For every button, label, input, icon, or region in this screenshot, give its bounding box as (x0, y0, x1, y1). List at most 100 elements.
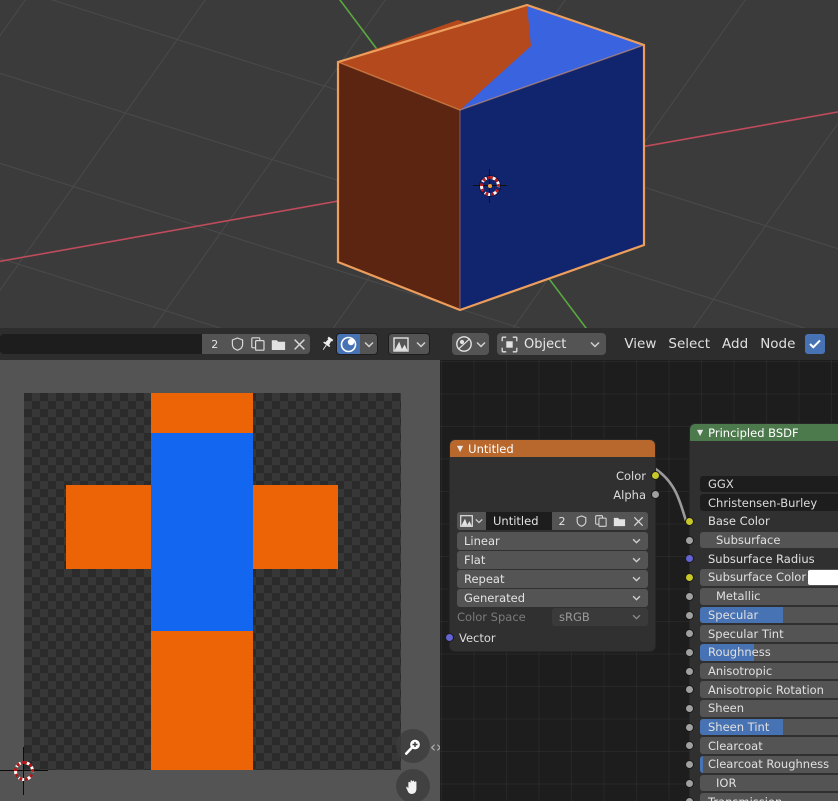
distribution-select-row[interactable]: GGX (690, 475, 838, 494)
clearcoat-roughness-field[interactable]: Clearcoat Roughness (700, 756, 838, 773)
collapse-triangle-icon[interactable]: ▼ (457, 444, 463, 453)
subsurface-field[interactable]: Subsurface (700, 531, 838, 549)
principled-bsdf-node-header[interactable]: ▼ Principled BSDF (690, 424, 838, 441)
image-editor-mode-group[interactable] (336, 333, 379, 355)
metallic-socket[interactable] (685, 591, 694, 601)
bsdf-input-metallic[interactable]: Metallic (685, 587, 838, 606)
image-datablock-row[interactable]: Untitled 2 (457, 512, 648, 530)
pan-gizmo[interactable] (396, 769, 430, 801)
vector-input-row[interactable]: Vector (445, 628, 655, 647)
base-color-field[interactable]: Base Color (700, 513, 838, 530)
image-type-caret[interactable] (412, 334, 429, 354)
principled-bsdf-node[interactable]: ▼ Principled BSDF GGX Christensen-Burley B… (685, 424, 838, 801)
bsdf-input-sheen-tint[interactable]: Sheen Tint (685, 718, 838, 737)
subsurface-color-field[interactable]: Subsurface Color (700, 569, 838, 586)
bsdf-input-subsurface-color[interactable]: Subsurface Color (685, 568, 838, 587)
cube-object[interactable] (0, 0, 838, 328)
shader-context-select[interactable]: Object (497, 333, 607, 355)
image-texture-node[interactable]: ▼ Untitled Color Alpha Untitled 2 Linear… (445, 440, 660, 651)
distribution-select[interactable]: GGX (700, 475, 838, 493)
bsdf-input-clearcoat-roughness[interactable]: Clearcoat Roughness (685, 755, 838, 774)
bsdf-input-specular-tint[interactable]: Specular Tint (685, 624, 838, 643)
subsurface-radius-socket[interactable] (685, 554, 694, 564)
menu-node[interactable]: Node (754, 336, 801, 352)
uv-image-editor[interactable]: ‹› (0, 360, 440, 801)
bsdf-input-anisotropic[interactable]: Anisotropic (685, 662, 838, 681)
color-output-socket[interactable] (651, 471, 660, 480)
image-browse-button[interactable] (457, 512, 486, 530)
bsdf-input-ior[interactable]: IOR (685, 774, 838, 793)
subsurface-radius-field[interactable]: Subsurface Radius (700, 550, 838, 567)
specular-tint-socket[interactable] (685, 629, 694, 639)
roughness-field[interactable]: Roughness (700, 643, 838, 661)
image-icon[interactable] (389, 334, 413, 354)
transmission-socket[interactable] (685, 797, 694, 801)
vector-input-socket[interactable] (445, 633, 454, 642)
image-users-count[interactable]: 2 (201, 334, 228, 354)
clearcoat-socket[interactable] (685, 741, 694, 751)
interpolation-select[interactable]: Linear (457, 532, 648, 550)
bsdf-input-specular[interactable]: Specular (685, 606, 838, 625)
anisotropic-rotation-socket[interactable] (685, 685, 694, 695)
image-editor-type-caret[interactable] (360, 334, 378, 354)
bsdf-input-base-color[interactable]: Base Color (685, 512, 838, 531)
anisotropic-socket[interactable] (685, 666, 694, 676)
bsdf-input-clearcoat[interactable]: Clearcoat (685, 736, 838, 755)
specular-field[interactable]: Specular (700, 606, 838, 624)
specular-socket[interactable] (685, 610, 694, 620)
uv-image-canvas[interactable] (24, 393, 401, 770)
shader-editor-type-button[interactable] (452, 333, 489, 355)
pin-icon[interactable] (318, 334, 336, 354)
subsurface-color-swatch[interactable] (808, 570, 838, 585)
image-type-group[interactable] (388, 333, 430, 355)
menu-view[interactable]: View (618, 336, 662, 352)
unlink-image-x-icon[interactable] (629, 512, 648, 530)
bsdf-input-subsurface[interactable]: Subsurface (685, 531, 838, 550)
open-image-folder-icon[interactable] (610, 512, 629, 530)
sheen-tint-field[interactable]: Sheen Tint (700, 718, 838, 736)
sheen-tint-socket[interactable] (685, 722, 694, 732)
source-select[interactable]: Generated (457, 589, 648, 607)
clearcoat-roughness-socket[interactable] (685, 760, 694, 769)
alpha-output-socket[interactable] (651, 490, 660, 499)
base-color-socket[interactable] (685, 517, 694, 527)
sidebar-toggle-arrows[interactable]: ‹› (430, 738, 440, 756)
extension-select[interactable]: Repeat (457, 570, 648, 588)
fake-user-shield-icon[interactable] (227, 334, 249, 354)
fake-user-shield-icon[interactable] (572, 512, 591, 530)
image-datablock-users[interactable]: 2 (552, 512, 572, 530)
subsurface-color-socket[interactable] (685, 573, 694, 583)
projection-select[interactable]: Flat (457, 551, 648, 569)
menu-add[interactable]: Add (716, 336, 754, 352)
anisotropic-rotation-field[interactable]: Anisotropic Rotation (700, 681, 838, 698)
zoom-gizmo[interactable] (396, 729, 430, 763)
use-nodes-checkbox[interactable] (805, 334, 826, 354)
shader-node-editor[interactable]: ▼ Untitled Color Alpha Untitled 2 Linear… (440, 360, 838, 801)
clearcoat-field[interactable]: Clearcoat (700, 737, 838, 754)
transmission-field[interactable]: Transmission (700, 793, 838, 801)
image-datablock-group[interactable]: 2 (0, 334, 310, 354)
metallic-field[interactable]: Metallic (700, 587, 838, 605)
bsdf-input-subsurface-radius[interactable]: Subsurface Radius (685, 549, 838, 568)
bsdf-input-roughness[interactable]: Roughness (685, 643, 838, 662)
anisotropic-field[interactable]: Anisotropic (700, 662, 838, 680)
roughness-socket[interactable] (685, 647, 694, 657)
color-output-row[interactable]: Color (450, 466, 660, 485)
sheen-socket[interactable] (685, 703, 694, 713)
menu-select[interactable]: Select (662, 336, 716, 352)
subsurface-method-select-row[interactable]: Christensen-Burley (690, 493, 838, 512)
image-texture-node-header[interactable]: ▼ Untitled (450, 440, 655, 457)
new-image-copy-icon[interactable] (248, 334, 269, 354)
image-datablock-name[interactable]: Untitled (486, 512, 552, 530)
new-image-copy-icon[interactable] (591, 512, 610, 530)
collapse-triangle-icon[interactable]: ▼ (697, 428, 703, 437)
specular-tint-field[interactable]: Specular Tint (700, 625, 838, 642)
3d-viewport[interactable] (0, 0, 838, 328)
subsurface-socket[interactable] (685, 535, 694, 545)
sheen-field[interactable]: Sheen (700, 699, 838, 717)
image-name-field[interactable] (0, 334, 202, 354)
alpha-output-row[interactable]: Alpha (450, 485, 660, 504)
ior-socket[interactable] (685, 778, 694, 788)
bsdf-input-transmission[interactable]: Transmission (685, 792, 838, 801)
ior-field[interactable]: IOR (700, 774, 838, 792)
